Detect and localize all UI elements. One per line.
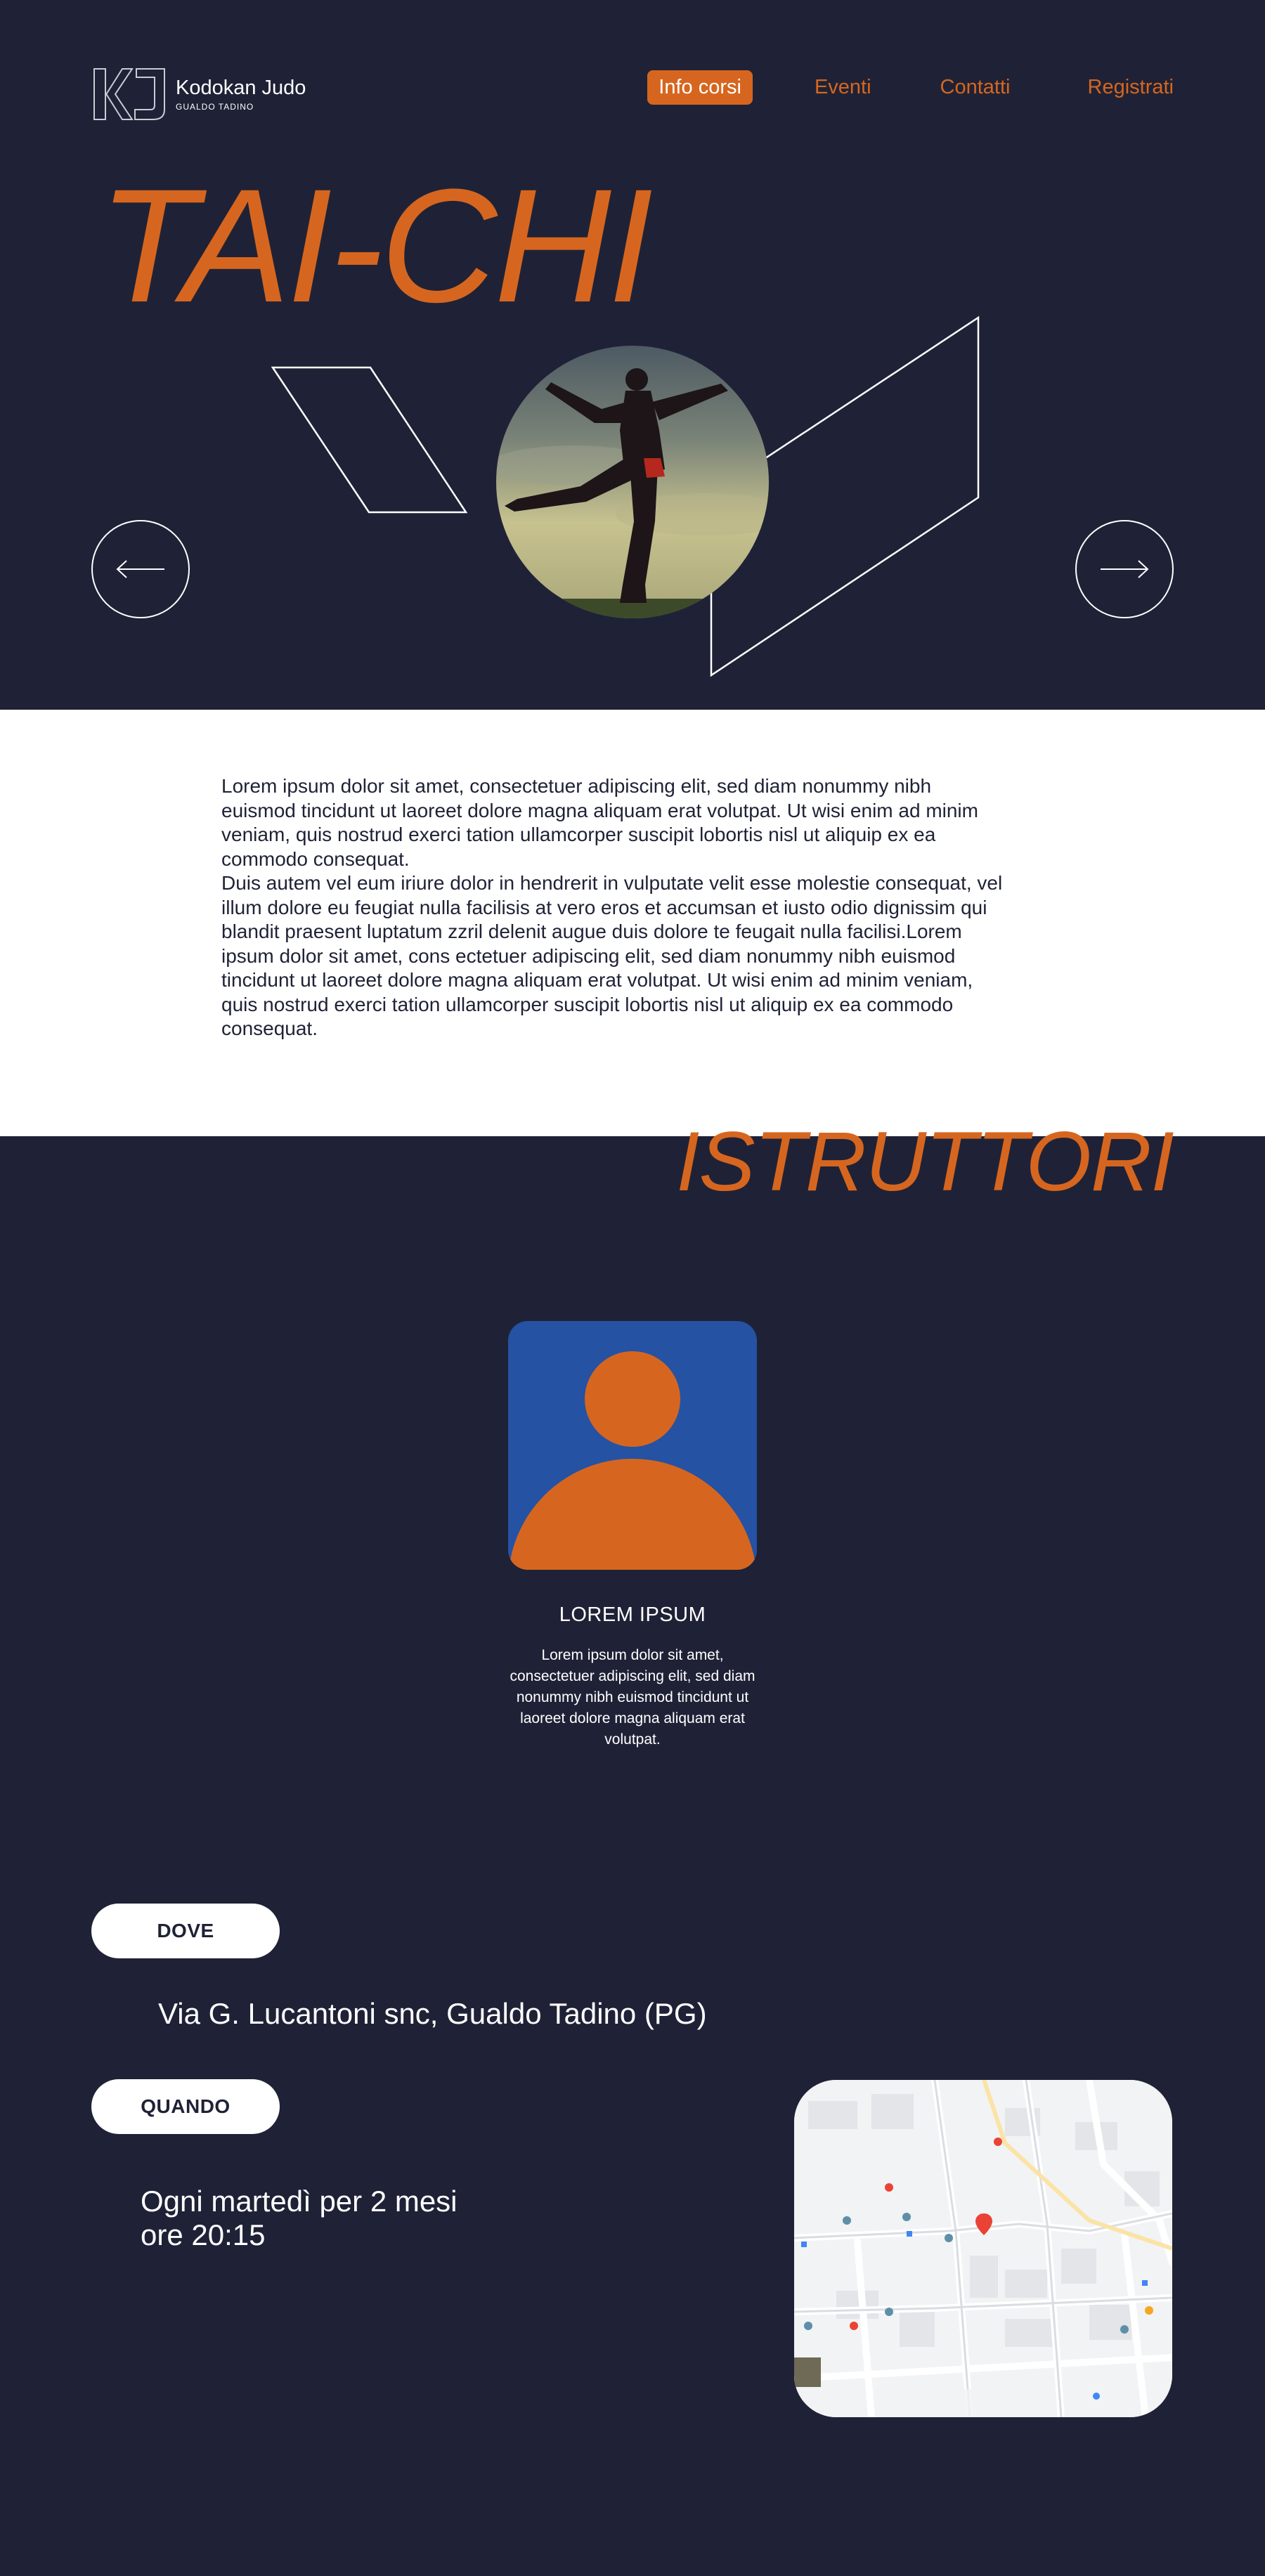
avatar bbox=[508, 1321, 757, 1570]
tai-chi-silhouette-image bbox=[496, 346, 769, 618]
when-label: QUANDO bbox=[91, 2079, 280, 2134]
arrow-left-icon bbox=[116, 560, 164, 578]
instructor-name: LOREM IPSUM bbox=[559, 1604, 706, 1626]
carousel-next-button[interactable] bbox=[1075, 520, 1174, 618]
course-description-section: Lorem ipsum dolor sit amet, consectetuer… bbox=[0, 710, 1265, 1136]
address-text: Via G. Lucantoni snc, Gualdo Tadino (PG) bbox=[158, 1997, 707, 2030]
schedule-day: Ogni martedì per 2 mesi bbox=[141, 2185, 458, 2218]
tai-chi-photo bbox=[496, 346, 769, 618]
instructor-card[interactable]: LOREM IPSUM Lorem ipsum dolor sit amet, … bbox=[508, 1321, 757, 1750]
avatar-body-shape bbox=[508, 1459, 757, 1570]
avatar-head-shape bbox=[585, 1351, 680, 1447]
instructor-bio: Lorem ipsum dolor sit amet, consectetuer… bbox=[510, 1647, 755, 1748]
instructors-title: ISTRUTTORI bbox=[676, 1114, 1174, 1209]
arrow-right-icon bbox=[1101, 560, 1149, 578]
map-image bbox=[794, 2080, 1172, 2417]
where-label: DOVE bbox=[91, 1904, 280, 1958]
schedule-text: Ogni martedì per 2 mesi ore 20:15 bbox=[141, 2185, 458, 2252]
carousel-prev-button[interactable] bbox=[91, 520, 190, 618]
schedule-time: ore 20:15 bbox=[141, 2218, 266, 2251]
hero-section: Kodokan Judo GUALDO TADINO Info corsi Ev… bbox=[0, 0, 1265, 710]
course-description-text: Lorem ipsum dolor sit amet, consectetuer… bbox=[221, 775, 1003, 1039]
location-map[interactable] bbox=[794, 2080, 1172, 2417]
